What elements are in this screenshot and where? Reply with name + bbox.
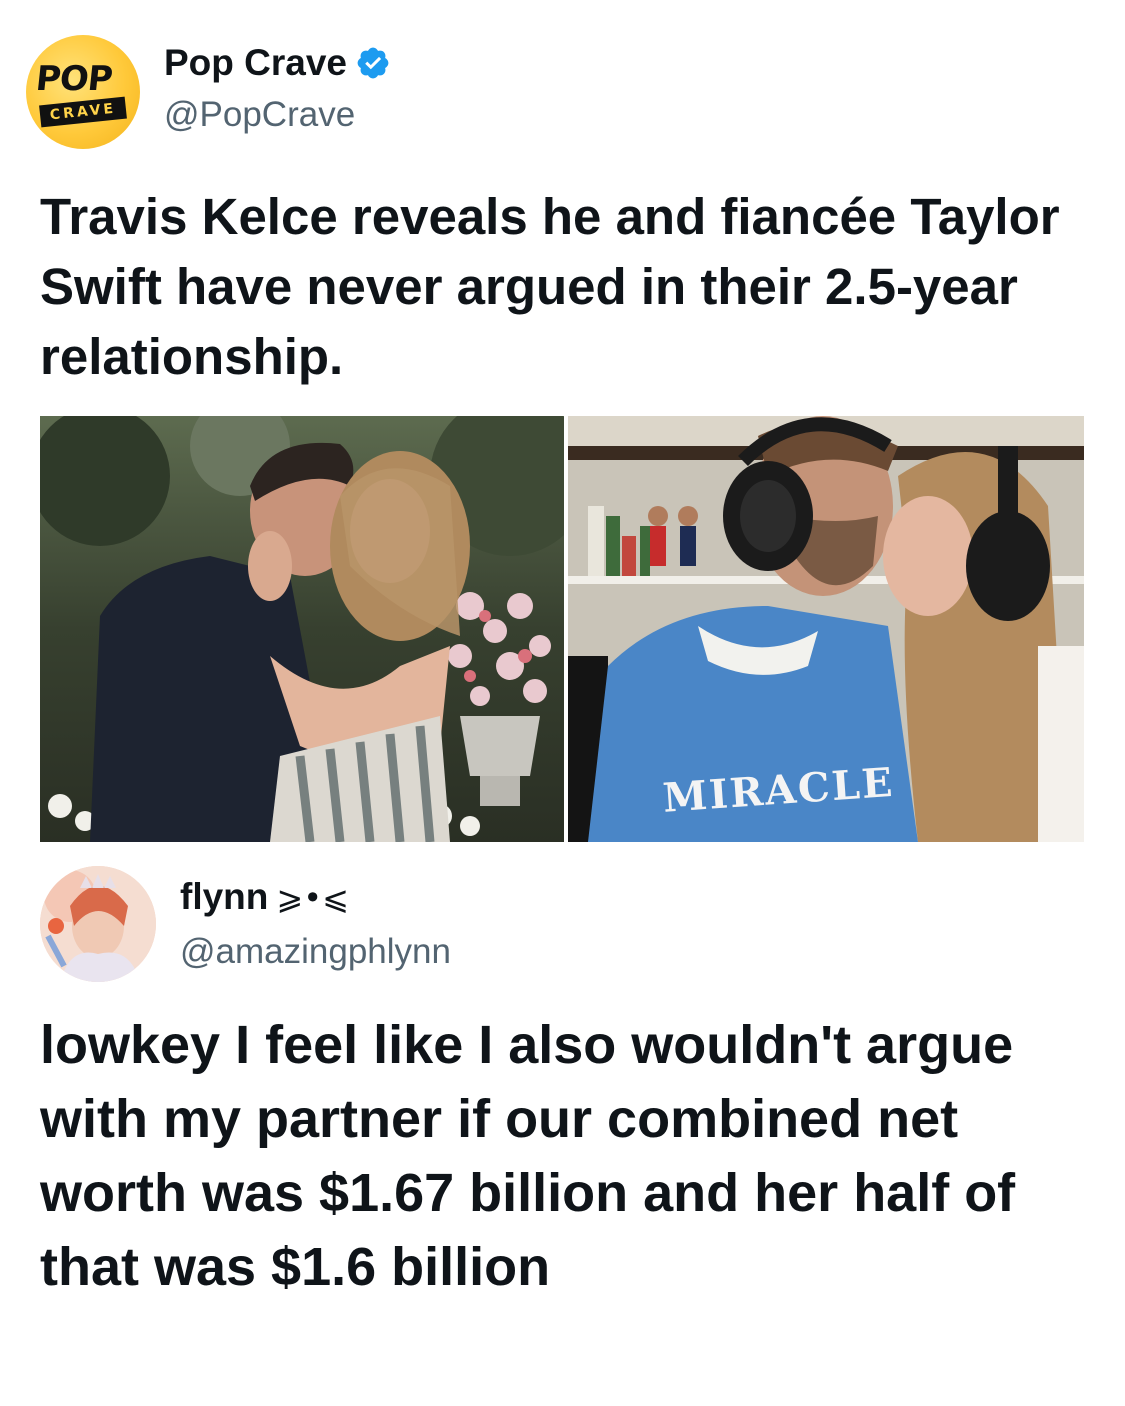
author-handle[interactable]: @PopCrave bbox=[164, 95, 355, 135]
author-display-name[interactable]: flynn bbox=[180, 876, 268, 917]
tweet-media-grid[interactable]: MIRACLE bbox=[40, 416, 1084, 842]
author-name-row[interactable]: flynn ⩾•⩽ bbox=[180, 876, 349, 918]
verified-badge-icon bbox=[357, 47, 389, 79]
couple-podcast-photo[interactable]: MIRACLE bbox=[568, 416, 1084, 842]
name-decoration: ⩾•⩽ bbox=[276, 879, 349, 917]
tweet-header: flynn ⩾•⩽ @amazingphlynn bbox=[40, 862, 740, 982]
quoted-tweet-header: POP CRAVE Pop Crave @PopCrave bbox=[26, 30, 726, 150]
avatar-logo-bottom: CRAVE bbox=[39, 96, 127, 128]
avatar-logo-top: POP bbox=[33, 59, 114, 99]
screenshot: POP CRAVE Pop Crave @PopCrave Travis Kel… bbox=[0, 0, 1125, 1406]
tweet-text: lowkey I feel like I also wouldn't argue… bbox=[40, 1015, 1016, 1297]
flynn-avatar[interactable] bbox=[40, 866, 156, 982]
quoted-tweet-text: Travis Kelce reveals he and fiancée Tayl… bbox=[40, 188, 1060, 385]
couple-garden-photo[interactable] bbox=[40, 416, 564, 842]
author-handle[interactable]: @amazingphlynn bbox=[180, 932, 451, 972]
author-name-row[interactable]: Pop Crave bbox=[164, 42, 391, 84]
pop-crave-avatar[interactable]: POP CRAVE bbox=[26, 35, 140, 149]
author-display-name[interactable]: Pop Crave bbox=[164, 42, 347, 84]
